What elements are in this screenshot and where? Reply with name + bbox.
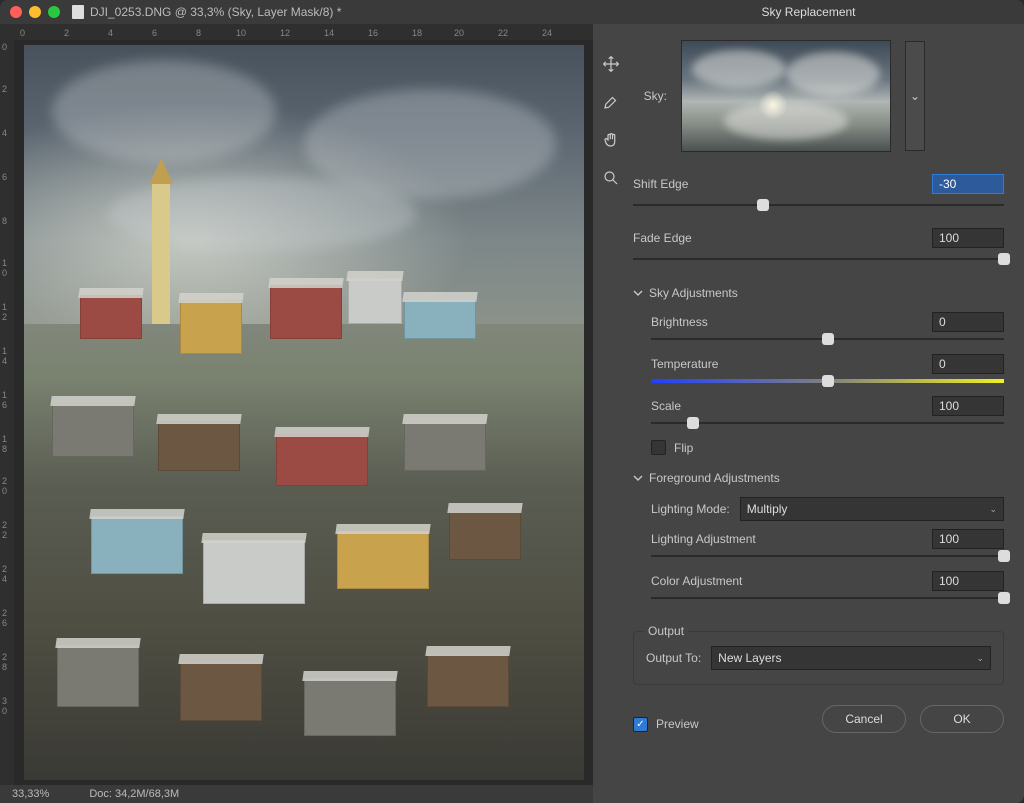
brightness-label: Brightness [651, 315, 920, 329]
fade-edge-slider[interactable] [633, 252, 1004, 266]
output-legend: Output [644, 624, 688, 638]
lighting-adjustment-slider[interactable] [651, 549, 1004, 563]
color-adjustment-label: Color Adjustment [651, 574, 920, 588]
preview-label: Preview [656, 717, 699, 731]
zoom-tool-icon[interactable] [601, 168, 621, 188]
ruler-corner [0, 24, 14, 40]
sky-preset-picker[interactable]: ⌄ [905, 41, 925, 151]
chevron-down-icon: ⌄ [989, 504, 997, 515]
fade-edge-input[interactable] [932, 228, 1004, 248]
title-label: DJI_0253.DNG @ 33,3% (Sky, Layer Mask/8)… [90, 5, 341, 19]
chevron-down-icon: ⌄ [976, 653, 984, 664]
chevron-down-icon [633, 473, 643, 483]
canvas-area[interactable] [14, 40, 593, 785]
chevron-down-icon [633, 288, 643, 298]
color-adjustment-slider[interactable] [651, 591, 1004, 605]
brightness-slider[interactable] [651, 332, 1004, 346]
close-icon[interactable] [10, 6, 22, 18]
preview-checkbox[interactable]: ✓ [633, 717, 648, 732]
brush-tool-icon[interactable] [601, 92, 621, 112]
ruler-horizontal[interactable]: 0 2 4 6 8 10 12 14 16 18 20 22 24 [14, 24, 593, 40]
scale-label: Scale [651, 399, 920, 413]
document-window: DJI_0253.DNG @ 33,3% (Sky, Layer Mask/8)… [0, 0, 593, 803]
lighting-mode-label: Lighting Mode: [651, 502, 730, 516]
titlebar: DJI_0253.DNG @ 33,3% (Sky, Layer Mask/8)… [0, 0, 593, 24]
ruler-vertical[interactable]: 0 2 4 6 8 10 12 14 16 18 20 22 24 26 28 … [0, 40, 14, 785]
minimize-icon[interactable] [29, 6, 41, 18]
lighting-mode-select[interactable]: Multiply⌄ [740, 497, 1004, 521]
scale-input[interactable] [932, 396, 1004, 416]
sky-replacement-panel: Sky Replacement Sky: ⌄ [593, 0, 1024, 803]
flip-label: Flip [674, 441, 693, 455]
foreground-adjustments-section[interactable]: Foreground Adjustments [633, 471, 1004, 485]
sky-preset-thumb[interactable] [681, 40, 891, 152]
shift-edge-slider[interactable] [633, 198, 1004, 212]
output-to-label: Output To: [646, 651, 701, 665]
brightness-input[interactable] [932, 312, 1004, 332]
image-canvas[interactable] [24, 45, 584, 780]
doc-size[interactable]: Doc: 34,2M/68,3M [89, 788, 179, 800]
temperature-slider[interactable] [651, 374, 1004, 388]
sky-label: Sky: [633, 89, 667, 103]
shift-edge-label: Shift Edge [633, 177, 920, 191]
ok-button[interactable]: OK [920, 705, 1004, 733]
cancel-button[interactable]: Cancel [822, 705, 906, 733]
temperature-input[interactable] [932, 354, 1004, 374]
color-adjustment-input[interactable] [932, 571, 1004, 591]
status-bar: 33,33% Doc: 34,2M/68,3M [0, 785, 593, 803]
lighting-adjustment-input[interactable] [932, 529, 1004, 549]
hand-tool-icon[interactable] [601, 130, 621, 150]
flip-checkbox[interactable] [651, 440, 666, 455]
chevron-down-icon: ⌄ [910, 89, 920, 103]
scale-slider[interactable] [651, 416, 1004, 430]
tool-column [593, 24, 629, 803]
file-icon [72, 5, 84, 19]
window-controls [10, 6, 60, 18]
document-title: DJI_0253.DNG @ 33,3% (Sky, Layer Mask/8)… [72, 5, 341, 19]
move-tool-icon[interactable] [601, 54, 621, 74]
zoom-level[interactable]: 33,33% [12, 788, 49, 800]
shift-edge-input[interactable] [932, 174, 1004, 194]
output-group: Output Output To: New Layers⌄ [633, 631, 1004, 685]
temperature-label: Temperature [651, 357, 920, 371]
lighting-adjustment-label: Lighting Adjustment [651, 532, 920, 546]
sky-adjustments-section[interactable]: Sky Adjustments [633, 286, 1004, 300]
panel-title: Sky Replacement [593, 0, 1024, 24]
output-to-select[interactable]: New Layers⌄ [711, 646, 991, 670]
fade-edge-label: Fade Edge [633, 231, 920, 245]
maximize-icon[interactable] [48, 6, 60, 18]
